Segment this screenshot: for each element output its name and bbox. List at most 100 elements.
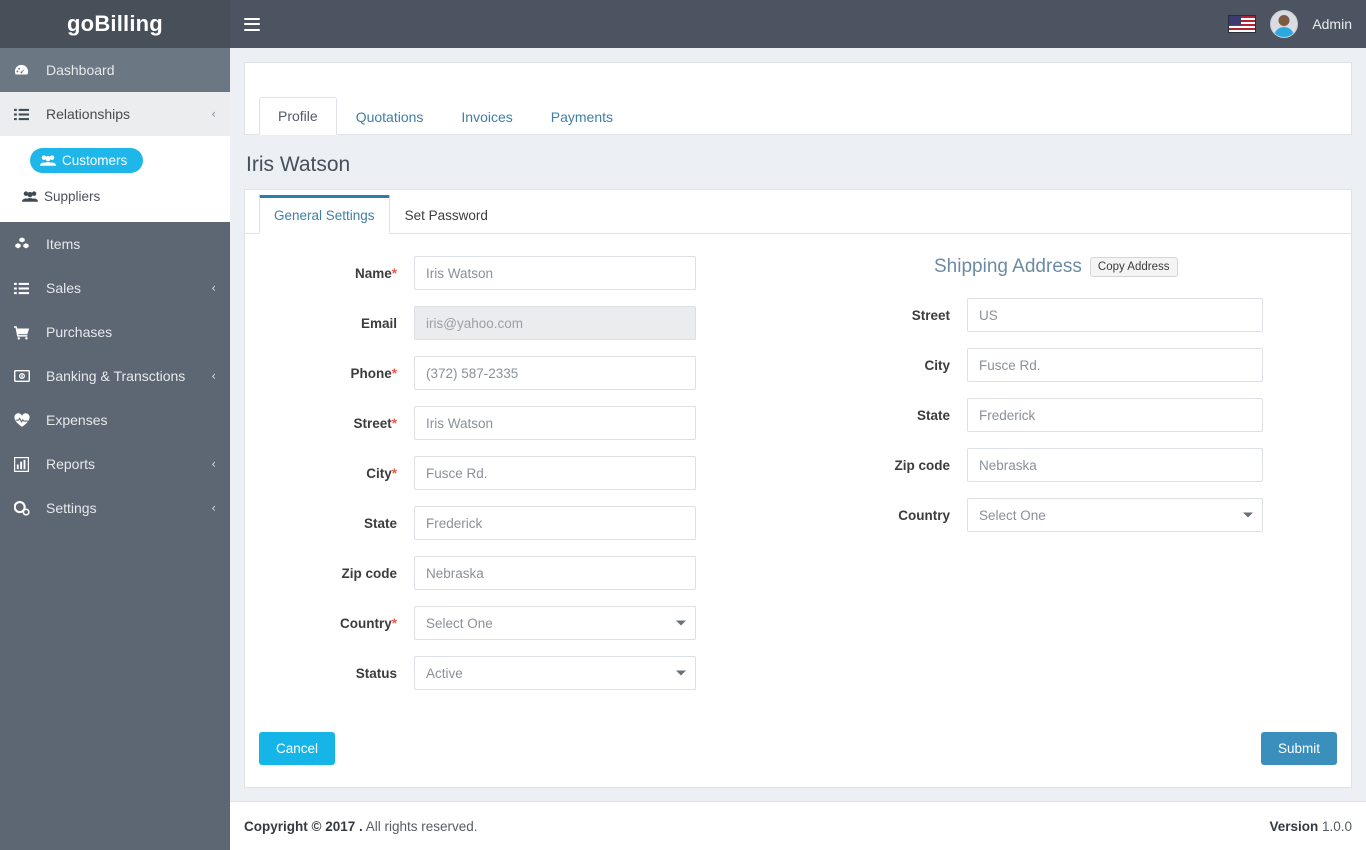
sidebar-item-label: Settings [46, 500, 211, 516]
sidebar-item-dashboard[interactable]: Dashboard [0, 48, 230, 92]
country-select[interactable]: Select One [967, 498, 1263, 532]
sidebar-item-label: Sales [46, 280, 211, 296]
control-phone: (372) 587-2335 [414, 356, 696, 390]
control-street: US [967, 298, 1263, 332]
form-row-status: StatusActive [259, 656, 784, 690]
chevron-left-icon: ‹ [211, 501, 216, 515]
page-title: Iris Watson [244, 135, 1352, 189]
sidebar-item-suppliers[interactable]: Suppliers [0, 178, 230, 214]
chevron-left-icon: ‹ [211, 281, 216, 295]
chevron-left-icon: ‹ [211, 107, 216, 121]
submit-button[interactable]: Submit [1261, 732, 1337, 765]
control-zip-code: Nebraska [414, 556, 696, 590]
form-row-city: City Fusce Rd. [812, 348, 1337, 382]
sidebar-item-sales[interactable]: Sales‹ [0, 266, 230, 310]
label-city: City [812, 358, 967, 373]
form-row-zip-code: Zip code Nebraska [812, 448, 1337, 482]
chevron-left-icon: ‹ [211, 457, 216, 471]
selected-value: Select One [979, 508, 1046, 523]
label-text: Zip code [894, 458, 950, 473]
label-state: State [812, 408, 967, 423]
tab-quotations[interactable]: Quotations [337, 98, 443, 135]
label-text: Country [340, 616, 392, 631]
label-zip-code: Zip code [259, 566, 414, 581]
required-marker: * [392, 466, 397, 481]
country-select[interactable]: Select One [414, 606, 696, 640]
status-select[interactable]: Active [414, 656, 696, 690]
city-input[interactable]: Fusce Rd. [414, 456, 696, 490]
sidebar-item-relationships[interactable]: Relationships‹ [0, 92, 230, 136]
zip-code-input[interactable]: Nebraska [414, 556, 696, 590]
field-value: US [979, 308, 998, 323]
brand-logo[interactable]: goBilling [0, 0, 230, 48]
label-text: State [364, 516, 397, 531]
sidebar-subnav: Customers Suppliers [0, 136, 230, 222]
sidebar-item-reports[interactable]: Reports‹ [0, 442, 230, 486]
sidebar-item-label: Dashboard [46, 62, 216, 78]
sidebar-item-settings[interactable]: Settings‹ [0, 486, 230, 530]
list-icon [14, 281, 38, 296]
selected-value: Active [426, 666, 463, 681]
tab-invoices[interactable]: Invoices [442, 98, 531, 135]
us-flag-icon[interactable] [1228, 15, 1256, 33]
city-input[interactable]: Fusce Rd. [967, 348, 1263, 382]
street-input[interactable]: US [967, 298, 1263, 332]
control-country: Select One [967, 498, 1263, 532]
brand-name: goBilling [67, 11, 163, 37]
active-pill: Customers [30, 148, 143, 173]
control-status: Active [414, 656, 696, 690]
tab-profile[interactable]: Profile [259, 97, 337, 135]
sidebar-item-purchases[interactable]: Purchases [0, 310, 230, 354]
control-state: Frederick [967, 398, 1263, 432]
state-input[interactable]: Frederick [967, 398, 1263, 432]
label-state: State [259, 516, 414, 531]
tab-payments[interactable]: Payments [532, 98, 632, 135]
sidebar-item-customers[interactable]: Customers [0, 142, 230, 178]
hamburger-icon[interactable] [244, 18, 260, 31]
label-text: Name [355, 266, 392, 281]
form-row-email: Emailiris@yahoo.com [259, 306, 784, 340]
sidebar-item-expenses[interactable]: Expenses [0, 398, 230, 442]
label-text: City [366, 466, 392, 481]
heartbeat-icon [14, 413, 38, 428]
phone-input[interactable]: (372) 587-2335 [414, 356, 696, 390]
label-email: Email [259, 316, 414, 331]
field-value: Nebraska [979, 458, 1037, 473]
form-row-state: StateFrederick [812, 398, 1337, 432]
cancel-button[interactable]: Cancel [259, 732, 335, 765]
version-label: Version [1269, 819, 1318, 834]
label-name: Name* [259, 266, 414, 281]
version-value: 1.0.0 [1318, 819, 1352, 834]
sidebar-item-label: Purchases [46, 324, 216, 340]
chevron-down-icon [676, 621, 686, 626]
sidebar: goBilling DashboardRelationships‹Custome… [0, 0, 230, 850]
street-input[interactable]: Iris Watson [414, 406, 696, 440]
control-email: iris@yahoo.com [414, 306, 696, 340]
copy-address-button[interactable]: Copy Address [1090, 257, 1178, 277]
version: Version 1.0.0 [1269, 819, 1352, 834]
label-phone: Phone* [259, 366, 414, 381]
shipping-address-column: Shipping Address Copy Address StreetUSCi… [798, 256, 1351, 706]
tab-set-password[interactable]: Set Password [390, 197, 503, 234]
field-value: Frederick [426, 516, 482, 531]
main-content: ProfileQuotationsInvoicesPayments Iris W… [230, 48, 1366, 850]
control-city: Fusce Rd. [414, 456, 696, 490]
zip-code-input[interactable]: Nebraska [967, 448, 1263, 482]
field-value: Iris Watson [426, 266, 493, 281]
label-text: City [924, 358, 950, 373]
shipping-title: Shipping Address [934, 256, 1082, 278]
list-icon [14, 107, 38, 122]
sidebar-item-items[interactable]: Items [0, 222, 230, 266]
money-icon [14, 369, 38, 383]
name-input[interactable]: Iris Watson [414, 256, 696, 290]
state-input[interactable]: Frederick [414, 506, 696, 540]
tab-general-settings[interactable]: General Settings [259, 195, 390, 234]
form-row-street: Street*Iris Watson [259, 406, 784, 440]
form-row-name: Name* Iris Watson [259, 256, 784, 290]
sidebar-item-label: Items [46, 236, 216, 252]
user-name[interactable]: Admin [1312, 16, 1352, 32]
label-text: Country [898, 508, 950, 523]
control-zip-code: Nebraska [967, 448, 1263, 482]
sidebar-item-banking-transctions[interactable]: Banking & Transctions‹ [0, 354, 230, 398]
avatar[interactable] [1270, 10, 1298, 38]
